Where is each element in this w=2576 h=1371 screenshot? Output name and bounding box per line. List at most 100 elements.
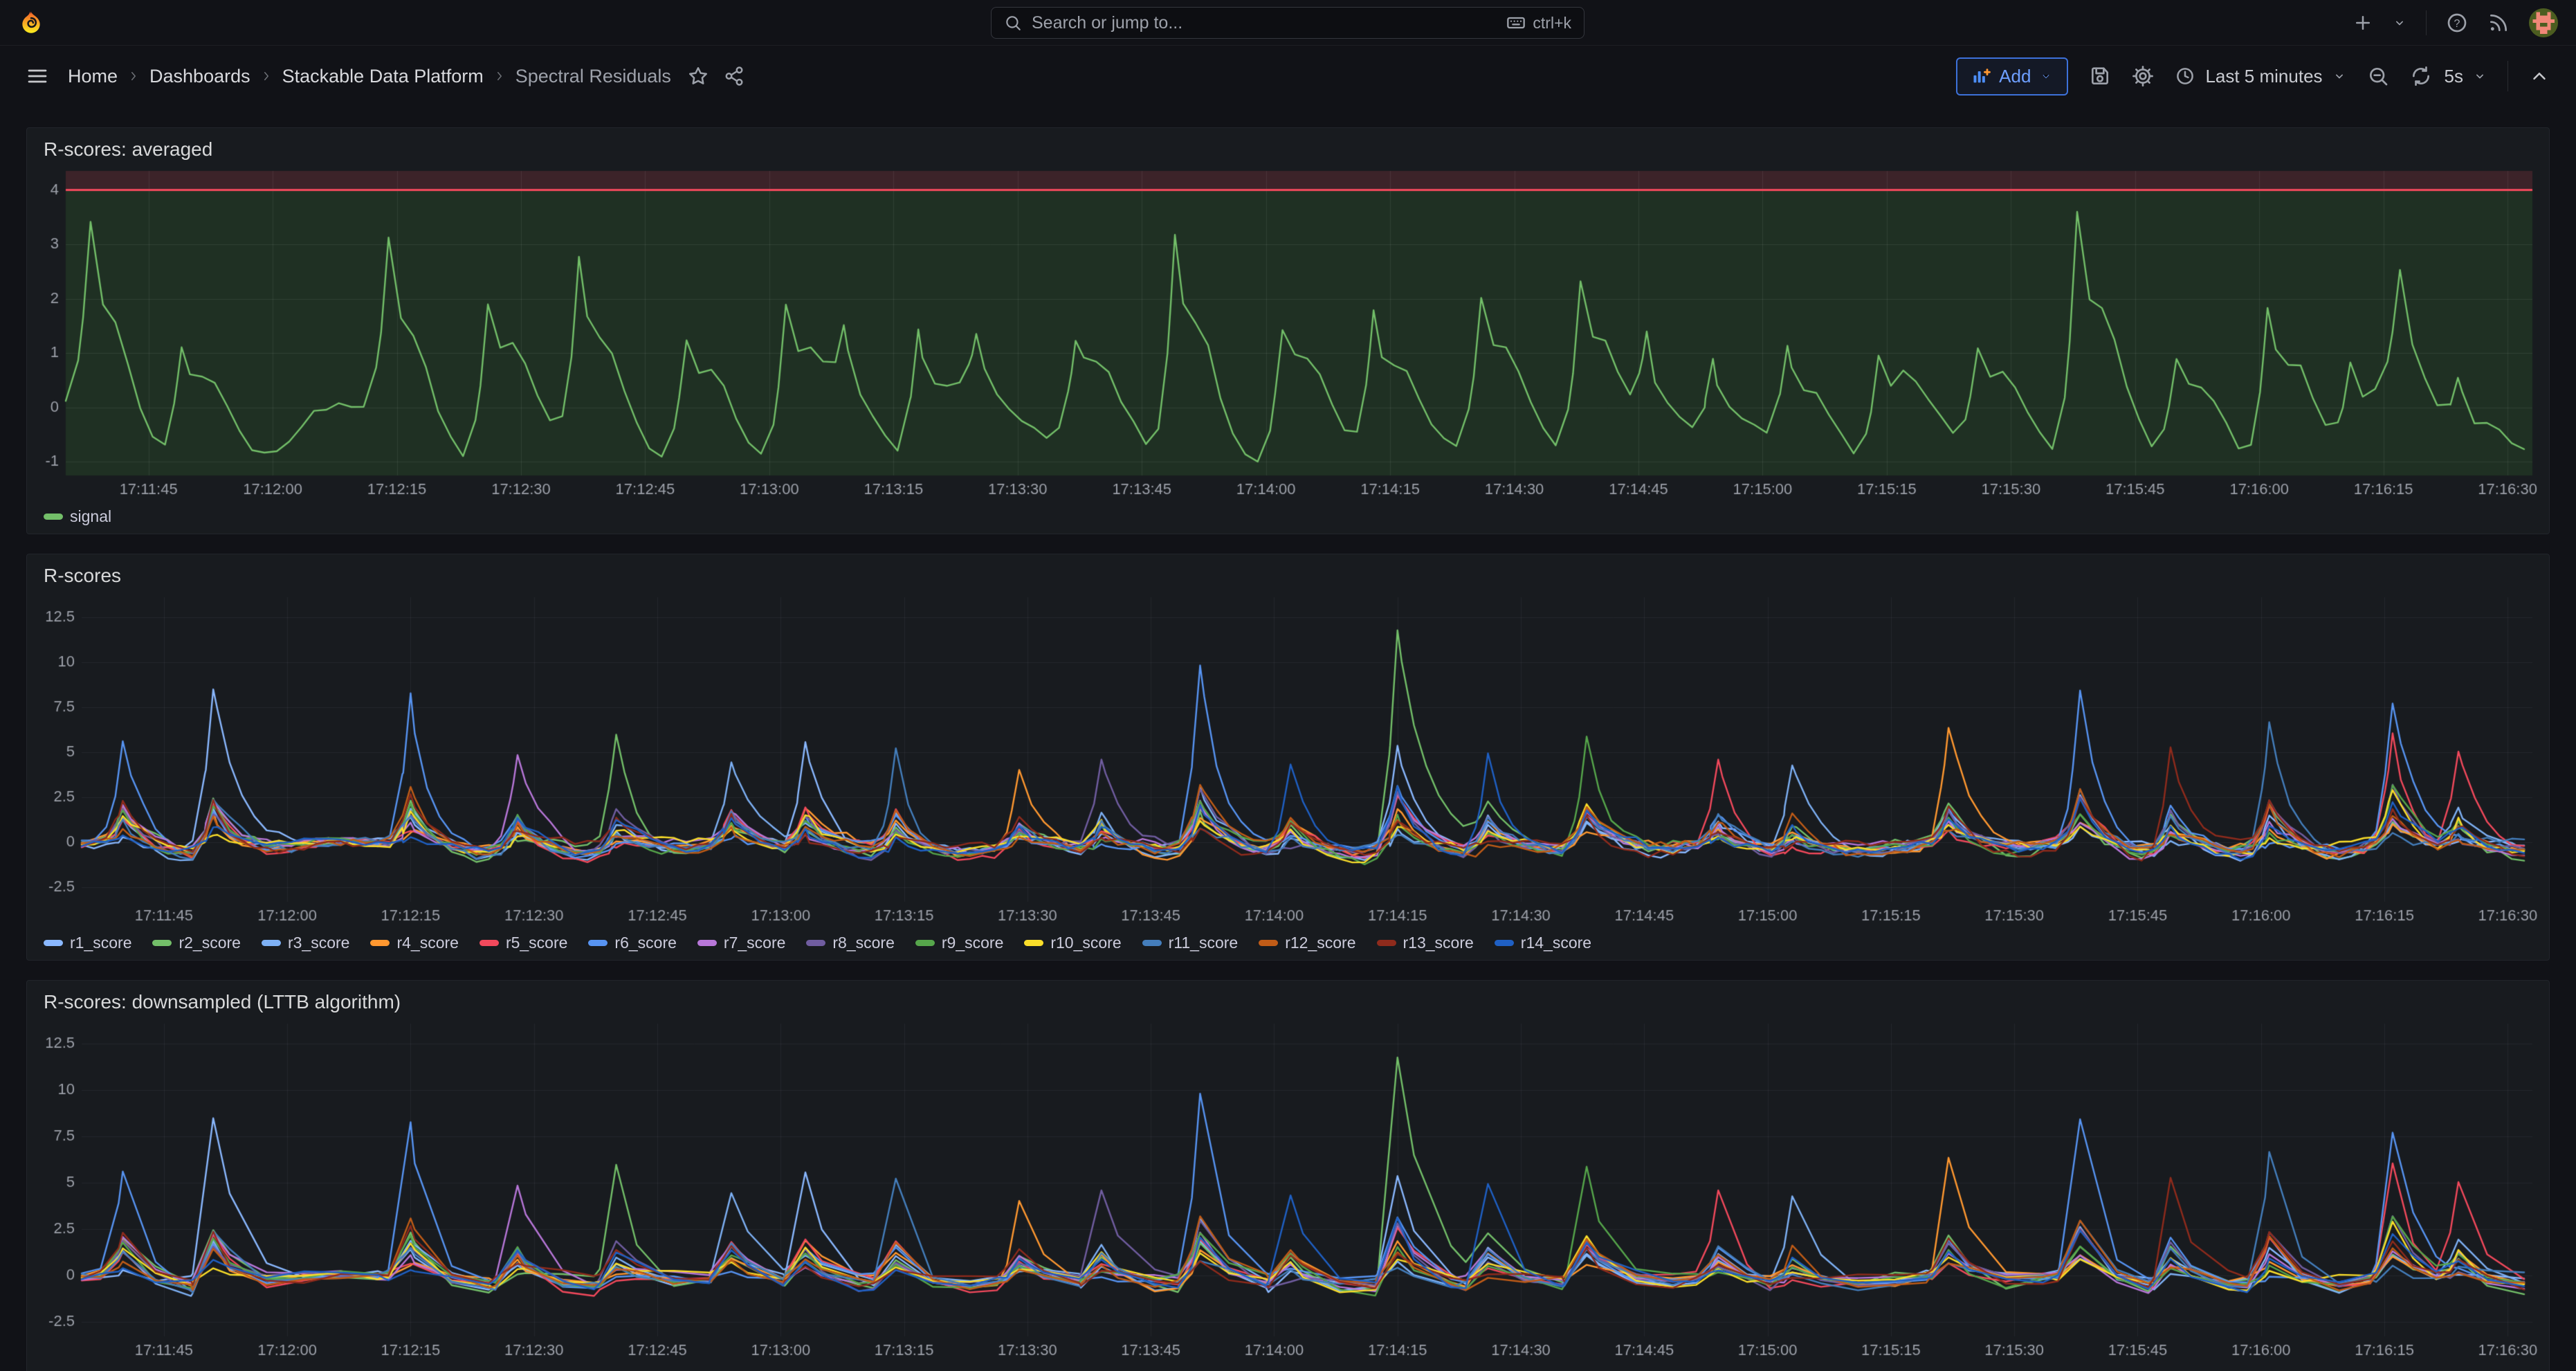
- refresh-interval-picker[interactable]: 5s: [2445, 66, 2487, 87]
- chevron-down-icon: [2473, 69, 2487, 83]
- global-search[interactable]: ctrl+k: [991, 7, 1584, 39]
- legend-swatch: [1259, 940, 1278, 946]
- time-range-label: Last 5 minutes: [2205, 66, 2322, 87]
- legend-item[interactable]: r3_score: [262, 934, 349, 952]
- chart-canvas[interactable]: [38, 165, 2538, 503]
- legend-swatch: [152, 940, 172, 946]
- legend-item[interactable]: r10_score: [1024, 934, 1121, 952]
- chart-canvas[interactable]: [38, 592, 2538, 929]
- user-avatar[interactable]: [2529, 8, 2558, 37]
- legend-swatch: [1495, 940, 1514, 946]
- search-input[interactable]: [1032, 13, 1497, 33]
- legend-item[interactable]: r13_score: [1377, 1368, 1474, 1371]
- dashboard-settings-button[interactable]: [2132, 65, 2154, 87]
- legend-item[interactable]: r14_score: [1495, 934, 1591, 952]
- legend-item[interactable]: r13_score: [1377, 934, 1474, 952]
- legend-item[interactable]: r2_score: [152, 934, 240, 952]
- breadcrumb: Home Dashboards Stackable Data Platform …: [68, 66, 671, 87]
- legend-item[interactable]: r12_score: [1259, 1368, 1355, 1371]
- legend-item[interactable]: r7_score: [697, 934, 785, 952]
- legend: r1_score r2_score r3_score r4_score r5_score…: [38, 1364, 2538, 1371]
- share-button[interactable]: [724, 66, 745, 87]
- legend-item[interactable]: r4_score: [370, 934, 458, 952]
- legend-swatch: [1142, 940, 1162, 946]
- panel-title-bar[interactable]: R-scores: downsampled (LTTB algorithm): [38, 986, 2538, 1018]
- legend-swatch: [479, 940, 499, 946]
- news-icon[interactable]: [2487, 12, 2510, 34]
- zoom-out-button[interactable]: [2367, 65, 2389, 87]
- legend-label: r1_score: [70, 934, 131, 952]
- legend-swatch: [1377, 940, 1396, 946]
- chart-area: [38, 592, 2538, 929]
- top-nav-bar: ctrl+k ?: [0, 0, 2576, 46]
- legend-label: r5_score: [506, 934, 567, 952]
- help-icon[interactable]: ?: [2446, 12, 2468, 34]
- legend-item[interactable]: r6_score: [588, 934, 676, 952]
- collapse-up-button[interactable]: [2529, 66, 2550, 87]
- breadcrumb-folder[interactable]: Stackable Data Platform: [282, 66, 484, 87]
- menu-icon[interactable]: [26, 65, 48, 87]
- dashboard-toolbar: Home Dashboards Stackable Data Platform …: [0, 46, 2576, 107]
- legend-item[interactable]: r9_score: [915, 934, 1003, 952]
- legend-item[interactable]: r14_score: [1495, 1368, 1591, 1371]
- breadcrumb-current[interactable]: Spectral Residuals: [515, 66, 671, 87]
- legend-item[interactable]: r5_score: [479, 1368, 567, 1371]
- chart-canvas[interactable]: [38, 1018, 2538, 1364]
- legend: r1_score r2_score r3_score r4_score r5_score…: [38, 929, 2538, 960]
- legend-swatch: [262, 940, 281, 946]
- legend-item[interactable]: r6_score: [588, 1368, 676, 1371]
- panel-title-bar[interactable]: R-scores: [38, 560, 2538, 592]
- legend-item[interactable]: r11_score: [1142, 1368, 1239, 1371]
- time-range-picker[interactable]: Last 5 minutes: [2175, 66, 2346, 87]
- legend-swatch: [1024, 940, 1043, 946]
- legend-item[interactable]: r10_score: [1024, 1368, 1121, 1371]
- legend-label: r6_score: [614, 1368, 676, 1371]
- legend-label: r2_score: [179, 1368, 240, 1371]
- legend-item[interactable]: r2_score: [152, 1368, 240, 1371]
- legend-label: signal: [70, 507, 111, 526]
- legend-item[interactable]: r12_score: [1259, 934, 1355, 952]
- legend-item[interactable]: r9_score: [915, 1368, 1003, 1371]
- nav-divider: [2426, 10, 2427, 35]
- legend-label: r11_score: [1169, 934, 1239, 952]
- add-button-label: Add: [1999, 66, 2031, 87]
- legend-swatch: [697, 940, 717, 946]
- legend-item[interactable]: r7_score: [697, 1368, 785, 1371]
- legend-label: r2_score: [179, 934, 240, 952]
- chevron-down-icon: [2332, 69, 2346, 83]
- legend-item[interactable]: r5_score: [479, 934, 567, 952]
- save-dashboard-button[interactable]: [2089, 65, 2111, 87]
- legend-label: r8_score: [832, 1368, 894, 1371]
- legend-label: r12_score: [1285, 1368, 1355, 1371]
- chart-area: [38, 165, 2538, 503]
- legend-item[interactable]: r11_score: [1142, 934, 1239, 952]
- breadcrumb-home[interactable]: Home: [68, 66, 118, 87]
- refresh-interval-label: 5s: [2445, 66, 2463, 87]
- refresh-button[interactable]: [2410, 65, 2432, 87]
- panel-title-bar[interactable]: R-scores: averaged: [38, 134, 2538, 165]
- grafana-logo[interactable]: [18, 10, 44, 36]
- legend-item[interactable]: r1_score: [44, 1368, 131, 1371]
- search-icon: [1004, 14, 1022, 32]
- panel-title: R-scores: [44, 565, 121, 587]
- breadcrumb-dashboards[interactable]: Dashboards: [149, 66, 250, 87]
- legend-item[interactable]: signal: [44, 507, 111, 526]
- new-item-chevron-down-icon[interactable]: [2393, 16, 2406, 30]
- chevron-right-icon: [260, 70, 273, 82]
- legend-swatch: [44, 514, 63, 520]
- new-item-button[interactable]: [2353, 12, 2373, 33]
- legend-label: r13_score: [1403, 934, 1474, 952]
- legend-item[interactable]: r4_score: [370, 1368, 458, 1371]
- legend-label: r3_score: [288, 934, 349, 952]
- add-panel-button[interactable]: Add: [1956, 57, 2068, 96]
- legend-label: r6_score: [614, 934, 676, 952]
- favorite-star-button[interactable]: [688, 66, 709, 87]
- legend-item[interactable]: r8_score: [806, 934, 894, 952]
- legend-item[interactable]: r1_score: [44, 934, 131, 952]
- panel-title: R-scores: averaged: [44, 138, 212, 161]
- legend-label: r9_score: [942, 934, 1003, 952]
- legend-item[interactable]: r3_score: [262, 1368, 349, 1371]
- legend-item[interactable]: r8_score: [806, 1368, 894, 1371]
- legend-label: r10_score: [1050, 934, 1121, 952]
- legend-label: r10_score: [1050, 1368, 1121, 1371]
